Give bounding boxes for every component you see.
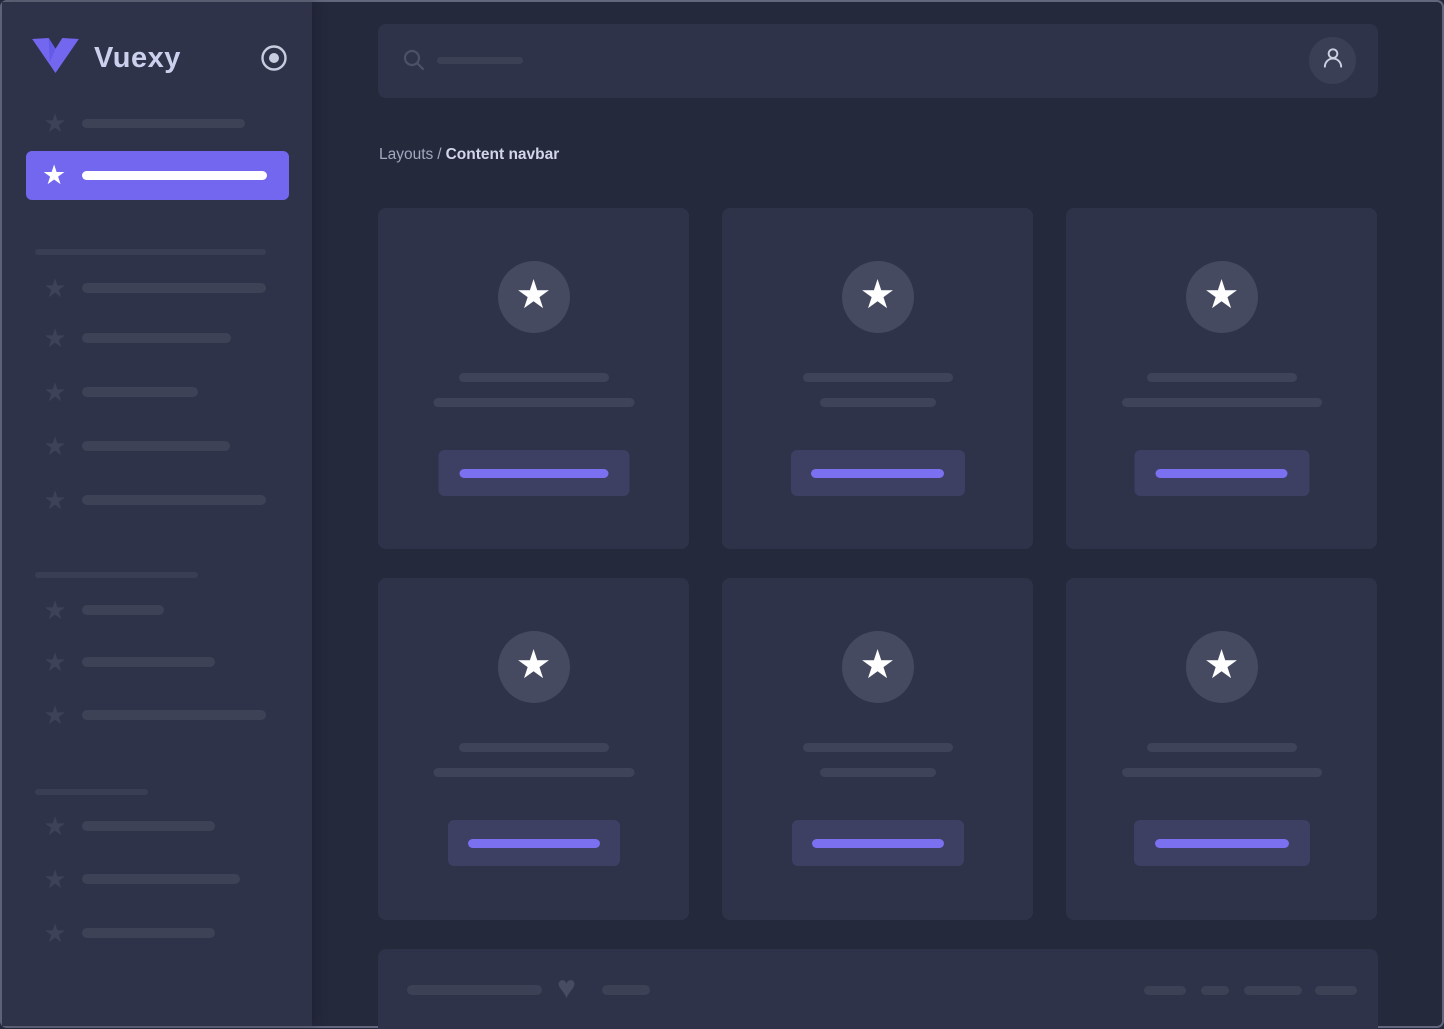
skeleton-line [82,283,266,293]
avatar-circle: ★ [498,631,570,703]
skeleton-line [82,821,215,831]
card-action-button[interactable] [1134,450,1309,496]
placeholder-card: ★ [722,578,1033,920]
star-icon: ★ [42,160,66,190]
skeleton-line [433,398,634,407]
avatar-circle: ★ [498,261,570,333]
skeleton-line [82,657,215,667]
skeleton-line [459,743,609,752]
skeleton-line [820,768,936,777]
vuexy-layout-preview: { "brand": { "name": "Vuexy", "logo_icon… [0,0,1444,1028]
star-icon: ★ [42,920,68,946]
skeleton-line [1122,768,1322,777]
skeleton-line [82,495,266,505]
star-icon: ★ [42,649,68,675]
skeleton-line [803,373,953,382]
section-header-skeleton [35,789,148,795]
star-icon: ★ [42,433,68,459]
skeleton-line [82,387,198,397]
star-icon: ★ [42,379,68,405]
star-icon: ★ [1204,645,1240,689]
placeholder-card: ★ [722,208,1033,549]
skeleton-line [82,171,267,180]
star-icon: ★ [1204,275,1240,319]
card-action-button[interactable] [448,820,620,866]
section-header-skeleton [35,249,266,255]
star-icon: ★ [42,275,68,301]
avatar-circle: ★ [842,261,914,333]
star-icon: ★ [42,110,68,136]
brand-title: Vuexy [94,42,181,75]
breadcrumb: Layouts/ Content navbar [379,146,559,164]
avatar-circle: ★ [1186,631,1258,703]
footer-link-skeleton [1144,986,1186,995]
avatar-circle: ★ [842,631,914,703]
button-label-skeleton [811,469,944,478]
skeleton-line [459,373,609,382]
button-label-skeleton [812,839,944,848]
breadcrumb-separator: / [437,146,441,163]
skeleton-line [1122,398,1322,407]
sidebar: Vuexy ★ ★ ★ ★ ★ ★ ★ ★ [2,2,312,1026]
skeleton-line [602,985,650,995]
card-action-button[interactable] [791,450,965,496]
button-label-skeleton [1155,839,1289,848]
placeholder-card: ★ [1066,578,1377,920]
placeholder-card: ★ [1066,208,1377,549]
heart-icon: ♥ [557,971,576,1003]
skeleton-line [1147,743,1297,752]
star-icon: ★ [42,487,68,513]
sidebar-item-active[interactable]: ★ [26,151,289,200]
search-placeholder-skeleton [437,57,523,64]
skeleton-line [82,605,164,615]
button-label-skeleton [468,839,600,848]
star-icon: ★ [42,866,68,892]
footer-link-skeleton [1315,986,1357,995]
search-icon [402,48,426,72]
vuexy-logo-icon [32,38,79,78]
skeleton-line [820,398,936,407]
skeleton-line [407,985,542,995]
star-icon: ★ [42,597,68,623]
placeholder-card: ★ [378,578,689,920]
skeleton-line [803,743,953,752]
person-icon [1320,45,1346,76]
star-icon: ★ [516,275,552,319]
star-icon: ★ [860,275,896,319]
user-avatar-button[interactable] [1309,37,1356,84]
skeleton-line [82,333,231,343]
skeleton-line [82,928,215,938]
footer-link-skeleton [1244,986,1302,995]
breadcrumb-current: Content navbar [446,146,560,163]
card-action-button[interactable] [1134,820,1310,866]
button-label-skeleton [1156,469,1288,478]
skeleton-line [82,119,245,128]
button-label-skeleton [459,469,608,478]
footer-card: ♥ [378,949,1378,1029]
card-action-button[interactable] [438,450,629,496]
footer-link-skeleton [1201,986,1229,995]
star-icon: ★ [42,325,68,351]
star-icon: ★ [516,645,552,689]
skeleton-line [82,441,230,451]
placeholder-card: ★ [378,208,689,549]
star-icon: ★ [42,702,68,728]
star-icon: ★ [860,645,896,689]
skeleton-line [1147,373,1297,382]
brand-header: Vuexy [32,38,288,78]
skeleton-line [82,710,266,720]
card-action-button[interactable] [792,820,964,866]
skeleton-line [82,874,240,884]
avatar-circle: ★ [1186,261,1258,333]
skeleton-line [433,768,634,777]
star-icon: ★ [42,813,68,839]
search-input[interactable] [378,24,938,98]
breadcrumb-section[interactable]: Layouts [379,146,433,163]
menu-pin-toggle-icon[interactable] [260,44,288,72]
section-header-skeleton [35,572,198,578]
top-navbar [378,24,1378,98]
